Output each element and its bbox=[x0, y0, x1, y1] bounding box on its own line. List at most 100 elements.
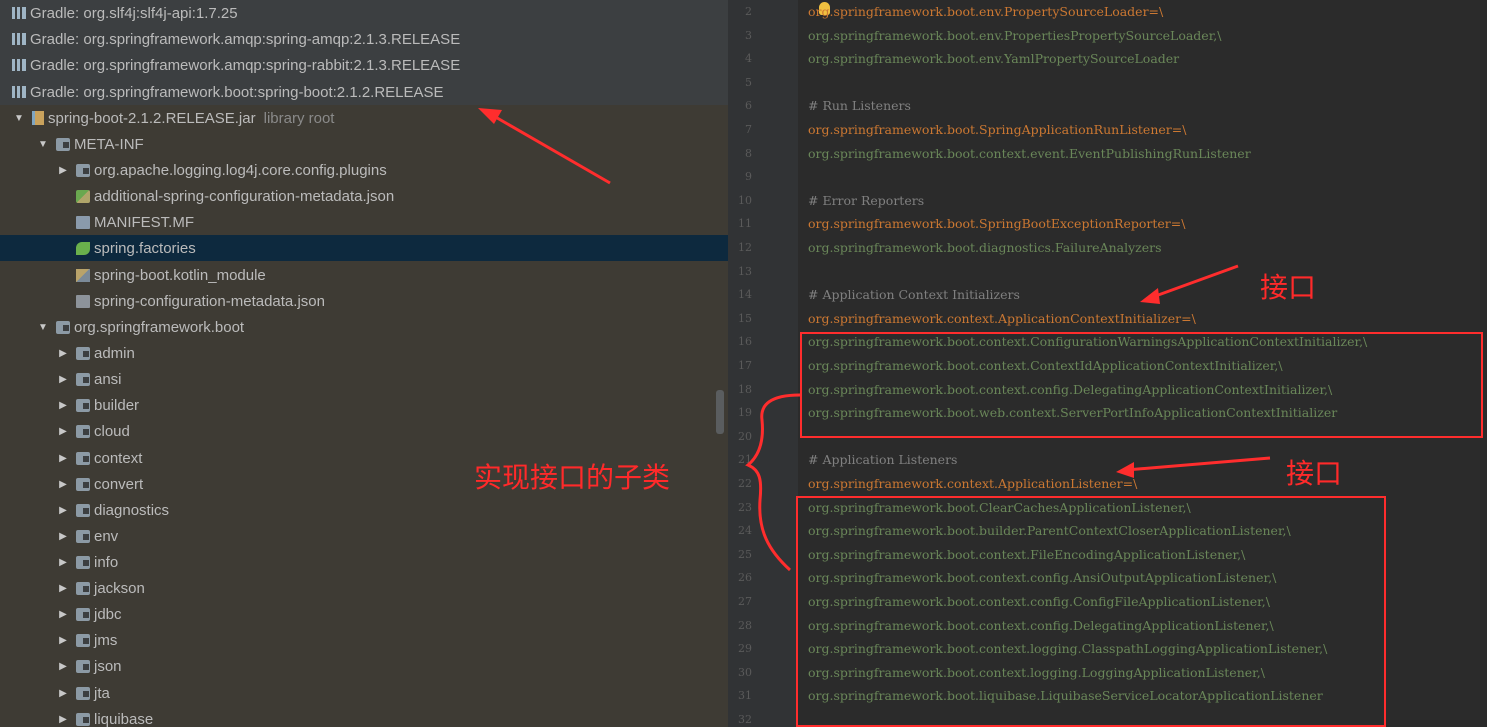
collapse-arrow-icon[interactable]: ▶ bbox=[56, 479, 70, 490]
tree-item[interactable]: Gradle: org.springframework.amqp:spring-… bbox=[0, 52, 728, 78]
tree-item[interactable]: ▼ spring-boot-2.1.2.RELEASE.jar library ro… bbox=[0, 105, 728, 131]
tree-item-label: liquibase bbox=[94, 710, 154, 727]
code-line[interactable]: 5 bbox=[728, 71, 1487, 95]
tree-item[interactable]: ▶ jta bbox=[0, 680, 728, 706]
tree-item[interactable]: ▼ org.springframework.boot bbox=[0, 314, 728, 340]
code-comment: # Error Reporters bbox=[808, 193, 925, 208]
folder-icon bbox=[56, 137, 70, 151]
code-line[interactable]: 6 # Run Listeners bbox=[728, 94, 1487, 118]
line-number: 3 bbox=[745, 29, 752, 42]
tree-item[interactable]: Gradle: org.springframework.boot:spring-… bbox=[0, 79, 728, 105]
tree-item[interactable]: ▶ env bbox=[0, 523, 728, 549]
collapse-arrow-icon[interactable]: ▶ bbox=[56, 426, 70, 437]
collapse-arrow-icon[interactable]: ▶ bbox=[56, 635, 70, 646]
collapse-arrow-icon[interactable]: ▶ bbox=[56, 609, 70, 620]
code-line[interactable]: 11 org.springframework.boot.SpringBootExc… bbox=[728, 212, 1487, 236]
tree-item[interactable]: ▶ admin bbox=[0, 340, 728, 366]
gradle-library-icon bbox=[12, 59, 26, 71]
tree-item[interactable]: ▶ org.apache.logging.log4j.core.config.pl… bbox=[0, 157, 728, 183]
collapse-arrow-icon[interactable]: ▶ bbox=[56, 688, 70, 699]
initializers-highlight-box bbox=[800, 332, 1483, 438]
line-number: 24 bbox=[738, 524, 752, 537]
code-line[interactable]: 12 org.springframework.boot.diagnostics.F… bbox=[728, 236, 1487, 260]
jar-icon bbox=[32, 111, 44, 125]
tree-item[interactable]: ▶ jms bbox=[0, 627, 728, 653]
tree-item-label: info bbox=[94, 553, 119, 571]
code-line[interactable]: 9 bbox=[728, 165, 1487, 189]
tree-item[interactable]: spring-configuration-metadata.json bbox=[0, 288, 728, 314]
gradle-library-icon bbox=[12, 86, 26, 98]
expand-arrow-icon[interactable]: ▼ bbox=[36, 322, 50, 333]
code-line[interactable]: 15 org.springframework.context.Applicatio… bbox=[728, 307, 1487, 331]
code-comment: # Run Listeners bbox=[808, 98, 911, 113]
code-line[interactable]: 3 org.springframework.boot.env.Properties… bbox=[728, 24, 1487, 48]
tree-item-label: context bbox=[94, 449, 143, 467]
collapse-arrow-icon[interactable]: ▶ bbox=[56, 714, 70, 725]
tree-item[interactable]: ▶ ansi bbox=[0, 366, 728, 392]
tree-item-label: META-INF bbox=[74, 135, 144, 153]
line-number: 30 bbox=[738, 666, 752, 679]
line-number: 27 bbox=[738, 595, 752, 608]
tree-item[interactable]: spring-boot.kotlin_module bbox=[0, 262, 728, 288]
line-number: 11 bbox=[738, 217, 752, 230]
collapse-arrow-icon[interactable]: ▶ bbox=[56, 348, 70, 359]
tree-item[interactable]: ▶ diagnostics bbox=[0, 497, 728, 523]
collapse-arrow-icon[interactable]: ▶ bbox=[56, 531, 70, 542]
tree-item-label: jms bbox=[94, 631, 118, 649]
interface-label-2: 接口 bbox=[1286, 457, 1343, 490]
collapse-arrow-icon[interactable]: ▶ bbox=[56, 661, 70, 672]
tree-item-selected[interactable]: spring.factories bbox=[0, 235, 728, 261]
tree-item[interactable]: ▶ builder bbox=[0, 392, 728, 418]
folder-icon bbox=[76, 529, 90, 543]
line-number: 16 bbox=[738, 335, 752, 348]
folder-icon bbox=[56, 320, 70, 334]
code-comment: # Application Context Initializers bbox=[808, 287, 1020, 302]
line-number: 23 bbox=[738, 501, 752, 514]
line-number: 25 bbox=[738, 548, 752, 561]
collapse-arrow-icon[interactable]: ▶ bbox=[56, 165, 70, 176]
tree-item[interactable]: Gradle: org.springframework.amqp:spring-… bbox=[0, 26, 728, 52]
code-line[interactable]: 4 org.springframework.boot.env.YamlProper… bbox=[728, 47, 1487, 71]
tree-item[interactable]: MANIFEST.MF bbox=[0, 209, 728, 235]
interface-label-1: 接口 bbox=[1260, 271, 1317, 304]
tree-item[interactable]: Gradle: org.slf4j:slf4j-api:1.7.25 bbox=[0, 0, 728, 26]
tree-item[interactable]: ▶ info bbox=[0, 549, 728, 575]
property-key: org.springframework.context.ApplicationC… bbox=[808, 311, 1196, 326]
expand-arrow-icon[interactable]: ▼ bbox=[12, 113, 26, 124]
line-number: 32 bbox=[738, 713, 752, 726]
code-line[interactable]: 7 org.springframework.boot.SpringApplicat… bbox=[728, 118, 1487, 142]
collapse-arrow-icon[interactable]: ▶ bbox=[56, 400, 70, 411]
tree-item[interactable]: ▶ json bbox=[0, 653, 728, 679]
expand-arrow-icon[interactable]: ▼ bbox=[36, 139, 50, 150]
collapse-arrow-icon[interactable]: ▶ bbox=[56, 374, 70, 385]
tree-item-label: Gradle: org.springframework.amqp:spring-… bbox=[30, 56, 461, 74]
line-number: 18 bbox=[738, 383, 752, 396]
collapse-arrow-icon[interactable]: ▶ bbox=[56, 583, 70, 594]
code-line[interactable]: 10 # Error Reporters bbox=[728, 189, 1487, 213]
line-number: 29 bbox=[738, 642, 752, 655]
tree-item[interactable]: ▶ liquibase bbox=[0, 706, 728, 727]
code-line[interactable]: 14 # Application Context Initializers bbox=[728, 283, 1487, 307]
tree-item[interactable]: ▶ jackson bbox=[0, 575, 728, 601]
tree-item-label: builder bbox=[94, 396, 140, 414]
code-line[interactable]: 8 org.springframework.boot.context.event.… bbox=[728, 142, 1487, 166]
code-line[interactable]: 13 bbox=[728, 260, 1487, 284]
collapse-arrow-icon[interactable]: ▶ bbox=[56, 453, 70, 464]
code-line[interactable]: 21 # Application Listeners bbox=[728, 448, 1487, 472]
folder-icon bbox=[76, 424, 90, 438]
tree-item-label: spring-configuration-metadata.json bbox=[94, 292, 325, 310]
code-line[interactable]: 22 org.springframework.context.Applicatio… bbox=[728, 472, 1487, 496]
collapse-arrow-icon[interactable]: ▶ bbox=[56, 505, 70, 516]
tree-item[interactable]: additional-spring-configuration-metadata… bbox=[0, 183, 728, 209]
code-line[interactable]: 2 org.springframework.boot.env.PropertySo… bbox=[728, 0, 1487, 24]
folder-icon bbox=[76, 163, 90, 177]
tree-item[interactable]: ▶ jdbc bbox=[0, 601, 728, 627]
tree-item[interactable]: ▶ cloud bbox=[0, 418, 728, 444]
line-number: 5 bbox=[745, 76, 752, 89]
tree-item-label: jdbc bbox=[94, 605, 122, 623]
collapse-arrow-icon[interactable]: ▶ bbox=[56, 557, 70, 568]
tree-item[interactable]: ▼ META-INF bbox=[0, 131, 728, 157]
tree-item-label: spring-boot-2.1.2.RELEASE.jar bbox=[48, 109, 256, 127]
property-value: org.springframework.boot.env.YamlPropert… bbox=[808, 51, 1180, 66]
tree-scrollbar[interactable] bbox=[716, 390, 724, 434]
